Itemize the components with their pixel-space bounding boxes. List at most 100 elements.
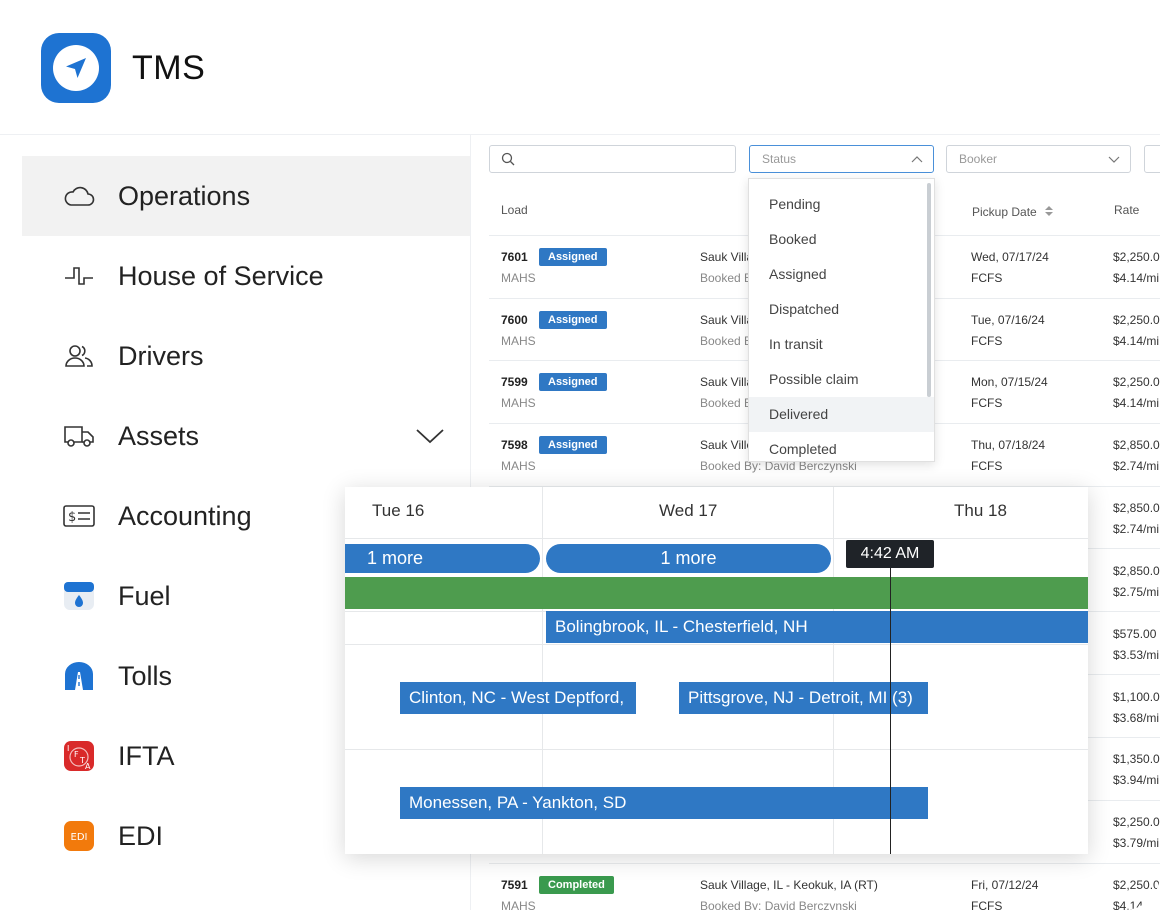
pickup-date: Fri, 07/12/24 xyxy=(971,878,1039,892)
chevron-down-icon[interactable] xyxy=(416,422,444,450)
pulse-icon xyxy=(62,259,96,293)
row-divider xyxy=(345,644,1088,645)
rate-per-mile: $2.74/mi xyxy=(1113,522,1160,536)
status-option-booked[interactable]: Booked xyxy=(749,222,934,257)
status-option-dispatched[interactable]: Dispatched xyxy=(749,292,934,327)
status-option-possible-claim[interactable]: Possible claim xyxy=(749,362,934,397)
load-customer: MAHS xyxy=(501,396,536,410)
load-route: Sauk Village, IL - Keokuk, IA (RT) xyxy=(700,878,878,892)
sidebar-item-label: Tolls xyxy=(118,660,173,691)
more-events-tue[interactable]: 1 more xyxy=(345,544,540,573)
pickup-date: Wed, 07/17/24 xyxy=(971,250,1049,264)
rate-per-mile: $2.75/mi xyxy=(1113,585,1160,599)
load-booked-by: Booked E xyxy=(700,271,753,285)
status-option-pending[interactable]: Pending xyxy=(749,187,934,222)
load-route: Sauk Villa xyxy=(700,313,754,327)
status-badge: Assigned xyxy=(539,311,607,329)
load-rate: $2,250.00 xyxy=(1113,815,1160,829)
row-divider xyxy=(345,749,1088,750)
load-customer: MAHS xyxy=(501,899,536,910)
load-rate: $2,250.00 xyxy=(1113,250,1160,264)
svg-text:EDI: EDI xyxy=(71,832,88,843)
pickup-window: FCFS xyxy=(971,396,1003,410)
load-id: 7601 xyxy=(501,250,528,264)
more-events-wed[interactable]: 1 more xyxy=(546,544,831,573)
chevron-up-icon xyxy=(911,156,923,163)
rate-per-mile: $3.79/mi xyxy=(1113,836,1160,850)
rate-per-mile: $4.14 xyxy=(1113,899,1144,910)
status-option-assigned[interactable]: Assigned xyxy=(749,257,934,292)
calendar-view: Tue 16 Wed 17 Thu 18 1 more 1 more Bolin… xyxy=(345,487,1088,854)
status-select[interactable]: Status xyxy=(749,145,934,173)
rate-per-mile: $4.14/mi xyxy=(1113,396,1160,410)
sidebar-item-assets[interactable]: Assets xyxy=(22,396,470,476)
trip-monessen-yankton[interactable]: Monessen, PA - Yankton, SD xyxy=(400,787,928,819)
booker-select[interactable]: Booker xyxy=(946,145,1131,173)
app-header: TMS xyxy=(0,0,1160,135)
load-route: Sauk Villa xyxy=(700,250,754,264)
fuel-drop-icon xyxy=(62,579,96,613)
svg-text:I: I xyxy=(67,744,69,753)
load-rate: $1,350.00 xyxy=(1113,752,1160,766)
status-option-delivered[interactable]: Delivered xyxy=(749,397,934,432)
search-icon xyxy=(501,152,515,166)
app-logo[interactable] xyxy=(41,33,111,103)
load-id: 7599 xyxy=(501,375,528,389)
load-rate: $2,850.00 xyxy=(1113,501,1160,515)
sidebar-item-label: IFTA xyxy=(118,740,175,771)
pickup-date: Mon, 07/15/24 xyxy=(971,375,1048,389)
sidebar-item-house-of-service[interactable]: House of Service xyxy=(22,236,470,316)
load-customer: MAHS xyxy=(501,459,536,473)
current-time-label: 4:42 AM xyxy=(846,540,934,568)
sidebar-item-label: Accounting xyxy=(118,500,252,531)
pickup-window: FCFS xyxy=(971,334,1003,348)
sidebar-item-label: House of Service xyxy=(118,260,324,291)
status-option-in-transit[interactable]: In transit xyxy=(749,327,934,362)
day-header-thu: Thu 18 xyxy=(954,501,1007,520)
extra-filter-select[interactable] xyxy=(1144,145,1160,173)
navigation-arrow-icon xyxy=(53,45,99,91)
rate-per-mile: $4.14/mi xyxy=(1113,271,1160,285)
road-icon xyxy=(62,659,96,693)
status-badge: Completed xyxy=(539,876,614,894)
app-title: TMS xyxy=(132,49,206,87)
rate-per-mile: $3.68/mi xyxy=(1113,711,1160,725)
load-booked-by: Booked E xyxy=(700,396,753,410)
load-id: 7591 xyxy=(501,878,528,892)
pickup-date: Tue, 07/16/24 xyxy=(971,313,1045,327)
load-rate: $2,850.00 xyxy=(1113,438,1160,452)
status-badge: Assigned xyxy=(539,436,607,454)
sidebar-item-operations[interactable]: Operations xyxy=(22,156,470,236)
status-badge: Assigned xyxy=(539,373,607,391)
column-header-pickup-date[interactable]: Pickup Date xyxy=(972,205,1054,219)
sidebar-item-label: Drivers xyxy=(118,340,204,371)
day-header-tue: Tue 16 xyxy=(372,501,425,520)
search-input[interactable] xyxy=(489,145,736,173)
pickup-date: Thu, 07/18/24 xyxy=(971,438,1046,452)
load-customer: MAHS xyxy=(501,334,536,348)
load-booked-by: Booked E xyxy=(700,334,753,348)
column-header-rate[interactable]: Rate xyxy=(1114,203,1139,217)
sidebar-item-label: EDI xyxy=(118,820,164,851)
load-booked-by: Booked By: David Berczynski xyxy=(700,899,857,910)
load-route: Sauk Ville xyxy=(700,438,754,452)
pickup-window: FCFS xyxy=(971,459,1003,473)
calendar-event-bar[interactable] xyxy=(345,577,1088,609)
day-header-wed: Wed 17 xyxy=(659,501,718,520)
pickup-window: FCFS xyxy=(971,899,1003,910)
calendar-header: Tue 16 Wed 17 Thu 18 xyxy=(345,487,1088,539)
current-time-line xyxy=(890,553,891,854)
svg-text:F: F xyxy=(74,750,79,759)
table-row[interactable]: 7591 MAHS Completed Sauk Village, IL - K… xyxy=(489,863,1160,910)
ifta-icon: IFTA xyxy=(62,739,96,773)
trip-clinton-west-deptford[interactable]: Clinton, NC - West Deptford, xyxy=(400,682,636,714)
dropdown-scrollbar[interactable] xyxy=(927,183,931,397)
sidebar-item-label: Fuel xyxy=(118,580,171,611)
booker-select-placeholder: Booker xyxy=(959,152,998,166)
column-header-load[interactable]: Load xyxy=(501,203,528,217)
load-rate: $2,250.00 xyxy=(1113,375,1160,389)
trip-bolingbrook-chesterfield[interactable]: Bolingbrook, IL - Chesterfield, NH xyxy=(546,611,1088,643)
load-rate: $2,250.0 xyxy=(1113,878,1160,892)
status-option-completed[interactable]: Completed xyxy=(749,432,934,461)
sidebar-item-drivers[interactable]: Drivers xyxy=(22,316,470,396)
